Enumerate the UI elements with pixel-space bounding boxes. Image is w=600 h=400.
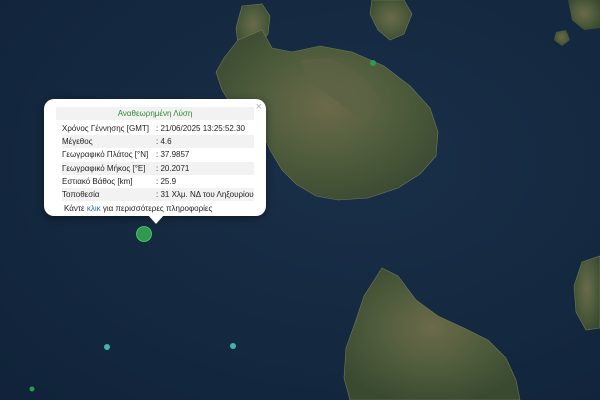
detail-row-depth: Εστιακό Βάθος [km] : 25.9: [62, 175, 254, 188]
more-info-line: Κάντε κλικ για περισσότερες πληροφορίες: [64, 203, 266, 214]
popup-tip: [148, 215, 164, 224]
detail-value: : 37.9857: [156, 150, 190, 160]
more-info-prefix: Κάντε: [64, 204, 87, 214]
detail-row-longitude: Γεωγραφικό Μήκος [°E] : 20.2071: [62, 161, 254, 175]
detail-label: Μέγεθος: [62, 137, 93, 147]
detail-row-location: Τοποθεσία : 31 Χλμ. ΝΔ του Ληξουρίου: [62, 187, 254, 202]
detail-row-latitude: Γεωγραφικό Πλάτος [°N] : 37.9857: [62, 148, 254, 161]
detail-label: Τοποθεσία: [62, 189, 100, 199]
detail-label: Γεωγραφικό Πλάτος [°N]: [62, 150, 149, 160]
event-marker[interactable]: [104, 344, 110, 350]
more-info-suffix: για περισσότερες πληροφορίες: [100, 204, 213, 214]
detail-value: : 21/06/2025 13:25:52.30: [156, 124, 245, 133]
event-marker[interactable]: [29, 386, 35, 392]
close-icon[interactable]: ×: [256, 101, 262, 113]
detail-value: : 31 Χλμ. ΝΔ του Ληξουρίου: [156, 189, 254, 199]
detail-value: : 4.6: [156, 137, 172, 147]
detail-row-magnitude: Μέγεθος : 4.6: [62, 135, 254, 149]
popup-details: Χρόνος Γέννησης [GMT] : 21/06/2025 13:25…: [62, 122, 254, 202]
earthquake-info-popup: × Αναθεωρημένη Λύση Χρόνος Γέννησης [GMT…: [44, 99, 266, 216]
detail-value: : 20.2071: [156, 163, 190, 173]
main-earthquake-marker[interactable]: [136, 226, 152, 242]
detail-value: : 25.9: [156, 176, 177, 186]
detail-label: Γεωγραφικό Μήκος [°E]: [62, 163, 146, 173]
more-info-link[interactable]: κλικ: [87, 204, 101, 213]
popup-title: Αναθεωρημένη Λύση: [56, 107, 254, 120]
event-marker[interactable]: [230, 343, 236, 349]
detail-label: Εστιακό Βάθος [km]: [62, 176, 133, 186]
detail-label: Χρόνος Γέννησης [GMT]: [62, 124, 149, 133]
detail-row-origin-time: Χρόνος Γέννησης [GMT] : 21/06/2025 13:25…: [62, 122, 254, 135]
event-marker[interactable]: [370, 60, 376, 66]
